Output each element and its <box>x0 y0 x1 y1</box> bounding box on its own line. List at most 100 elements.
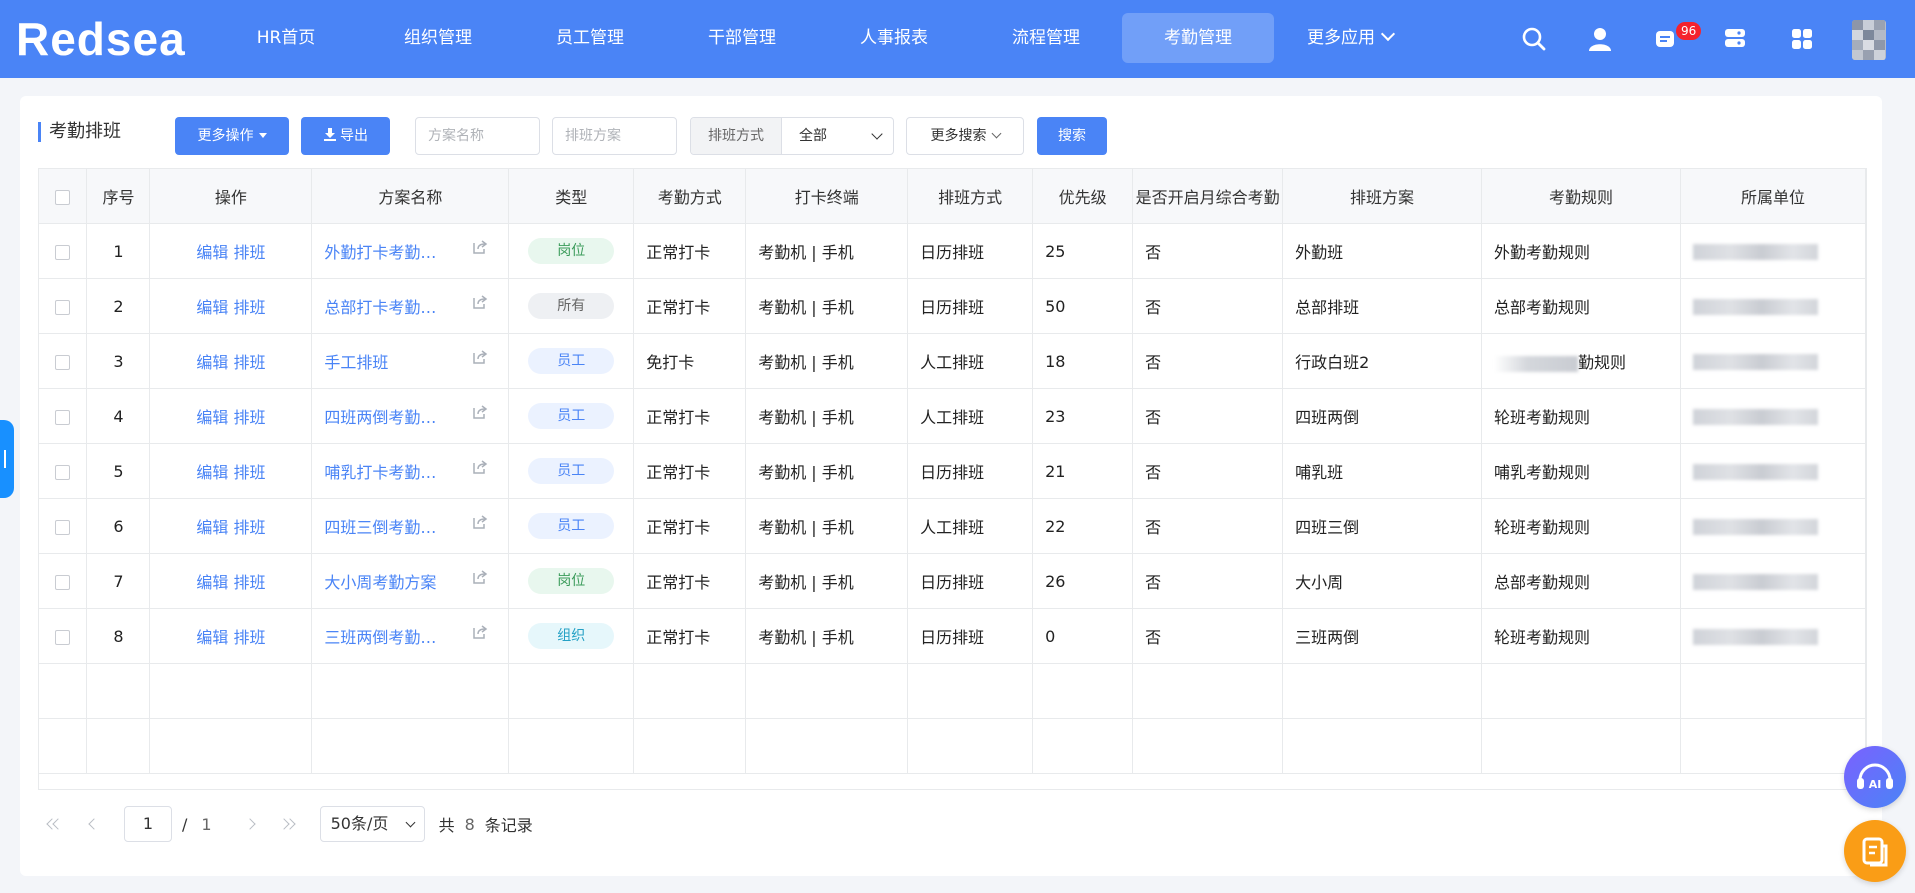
next-page-button[interactable] <box>240 812 264 836</box>
row-monthly-attendance: 否 <box>1132 223 1284 279</box>
row-index: 3 <box>86 333 151 389</box>
schedule-link[interactable]: 排班 <box>233 463 265 482</box>
plan-name-link[interactable]: 四班三倒考勤方案 <box>324 514 449 538</box>
table-row[interactable]: 3 编辑 排班 手工排班 员工 免打卡 考勤机 | 手机 人工排班 18 否行政白班2 勤规则 <box>39 333 1866 389</box>
schedule-method-select[interactable]: 全部 <box>782 118 893 154</box>
plan-name-link[interactable]: 外勤打卡考勤方案 <box>324 239 449 263</box>
edit-link[interactable]: 编辑 <box>196 243 228 262</box>
avatar[interactable] <box>1852 20 1886 60</box>
page-size-select[interactable]: 50条/页 <box>319 806 425 842</box>
row-actions: 编辑 排班 <box>149 333 313 389</box>
plan-name-link[interactable]: 总部打卡考勤方案 <box>324 294 449 318</box>
row-checkbox[interactable] <box>55 519 71 535</box>
row-attendance-method: 正常打卡 <box>633 278 747 334</box>
schedule-link[interactable]: 排班 <box>233 628 265 647</box>
table-row[interactable]: 2 编辑 排班 总部打卡考勤方案 所有 正常打卡 考勤机 | 手机 日历排班 50 否总部排班总… <box>39 278 1866 334</box>
share-icon[interactable] <box>472 569 488 585</box>
nav-employee-management[interactable]: 员工管理 <box>514 13 666 63</box>
row-checkbox[interactable] <box>55 629 71 645</box>
row-type-cell: 员工 <box>508 443 635 499</box>
schedule-link[interactable]: 排班 <box>233 298 265 317</box>
plan-name-link[interactable]: 大小周考勤方案 <box>324 569 436 593</box>
redsea-logo[interactable]: Redsea <box>16 14 186 64</box>
edit-link[interactable]: 编辑 <box>196 573 228 592</box>
row-monthly-attendance: 否 <box>1132 553 1284 609</box>
nav-org-management[interactable]: 组织管理 <box>362 13 514 63</box>
table-row[interactable]: 5 编辑 排班 哺乳打卡考勤方案 员工 正常打卡 考勤机 | 手机 日历排班 21 否哺乳班 哺乳… <box>39 443 1866 499</box>
side-drawer-toggle[interactable] <box>0 420 14 498</box>
server-icon[interactable] <box>1722 26 1748 52</box>
schedule-link[interactable]: 排班 <box>233 353 265 372</box>
select-all-checkbox[interactable] <box>55 189 71 205</box>
table-row[interactable]: 7 编辑 排班 大小周考勤方案 岗位 正常打卡 考勤机 | 手机 日历排班 26 否大小周 总部考… <box>39 553 1866 609</box>
row-checkbox[interactable] <box>55 574 71 590</box>
share-icon[interactable] <box>472 294 488 310</box>
table-row[interactable]: 8 编辑 排班 三班两倒考勤方案 组织 正常打卡 考勤机 | 手机 日历排班 0 否三班两倒 轮班… <box>39 608 1866 664</box>
table-row[interactable]: 4 编辑 排班 四班两倒考勤方案 员工 正常打卡 考勤机 | 手机 人工排班 23 否四班两倒轮… <box>39 388 1866 444</box>
message-badge: 96 <box>1676 22 1702 40</box>
notes-button[interactable] <box>1844 820 1906 882</box>
col-priority: 优先级 <box>1032 169 1134 224</box>
export-button[interactable]: 导出 <box>301 117 390 155</box>
empty-row <box>39 663 1866 719</box>
schedule-plan-input[interactable] <box>552 117 677 155</box>
row-priority: 23 <box>1032 388 1134 444</box>
first-page-button[interactable] <box>42 812 66 836</box>
row-schedule-method: 日历排班 <box>907 553 1034 609</box>
schedule-link[interactable]: 排班 <box>233 408 265 427</box>
row-checkbox[interactable] <box>55 409 71 425</box>
plan-name-link[interactable]: 哺乳打卡考勤方案 <box>324 459 449 483</box>
nav-attendance-management[interactable]: 考勤管理 <box>1122 13 1274 63</box>
edit-link[interactable]: 编辑 <box>196 518 228 537</box>
row-monthly-attendance: 否 <box>1132 333 1284 389</box>
row-unit-cell <box>1680 553 1866 609</box>
share-icon[interactable] <box>472 404 488 420</box>
row-checkbox[interactable] <box>55 354 71 370</box>
row-plan-name-cell: 外勤打卡考勤方案 <box>311 223 510 279</box>
edit-link[interactable]: 编辑 <box>196 408 228 427</box>
more-actions-button[interactable]: 更多操作 <box>175 117 289 155</box>
plan-name-link[interactable]: 四班两倒考勤方案 <box>324 404 449 428</box>
apps-grid-icon[interactable] <box>1789 26 1815 52</box>
share-icon[interactable] <box>472 239 488 255</box>
more-search-button[interactable]: 更多搜索 <box>906 117 1024 155</box>
row-checkbox[interactable] <box>55 464 71 480</box>
user-icon[interactable] <box>1587 26 1613 52</box>
share-icon[interactable] <box>472 624 488 640</box>
schedule-link[interactable]: 排班 <box>233 573 265 592</box>
prev-page-button[interactable] <box>80 812 104 836</box>
schedule-link[interactable]: 排班 <box>233 518 265 537</box>
row-unit-cell <box>1680 608 1866 664</box>
share-icon[interactable] <box>472 459 488 475</box>
last-page-button[interactable] <box>277 812 302 836</box>
nav-more-apps[interactable]: 更多应用 <box>1274 13 1426 63</box>
plan-name-link[interactable]: 手工排班 <box>324 349 388 373</box>
row-clock-terminal: 考勤机 | 手机 <box>745 498 909 554</box>
row-checkbox[interactable] <box>55 244 71 260</box>
page-number-input[interactable]: 1 <box>124 806 172 842</box>
edit-link[interactable]: 编辑 <box>196 353 228 372</box>
row-monthly-attendance: 否 <box>1132 608 1284 664</box>
ai-assistant-button[interactable]: AI <box>1844 746 1906 808</box>
schedule-link[interactable]: 排班 <box>233 243 265 262</box>
edit-link[interactable]: 编辑 <box>196 628 228 647</box>
row-schedule-method: 日历排班 <box>907 278 1034 334</box>
row-checkbox[interactable] <box>55 299 71 315</box>
edit-link[interactable]: 编辑 <box>196 463 228 482</box>
nav-hr-reports[interactable]: 人事报表 <box>818 13 970 63</box>
edit-link[interactable]: 编辑 <box>196 298 228 317</box>
search-icon[interactable] <box>1521 26 1547 52</box>
more-search-label: 更多搜索 <box>930 128 987 144</box>
search-button[interactable]: 搜索 <box>1037 117 1107 155</box>
plan-name-link[interactable]: 三班两倒考勤方案 <box>324 624 449 648</box>
share-icon[interactable] <box>472 349 488 365</box>
plan-name-input[interactable] <box>415 117 540 155</box>
row-plan-name-cell: 总部打卡考勤方案 <box>311 278 510 334</box>
nav-cadre-management[interactable]: 干部管理 <box>666 13 818 63</box>
nav-process-management[interactable]: 流程管理 <box>970 13 1122 63</box>
table-row[interactable]: 6 编辑 排班 四班三倒考勤方案 员工 正常打卡 考勤机 | 手机 人工排班 22 否四班三倒轮… <box>39 498 1866 554</box>
share-icon[interactable] <box>472 514 488 530</box>
nav-hr-home[interactable]: HR首页 <box>210 13 362 63</box>
row-attendance-rule: 哺乳考勤规则 <box>1481 443 1681 499</box>
table-row[interactable]: 1 编辑 排班 外勤打卡考勤方案 岗位 正常打卡 考勤机 | 手机 日历排班 25 否外勤班 外勤… <box>39 223 1866 279</box>
